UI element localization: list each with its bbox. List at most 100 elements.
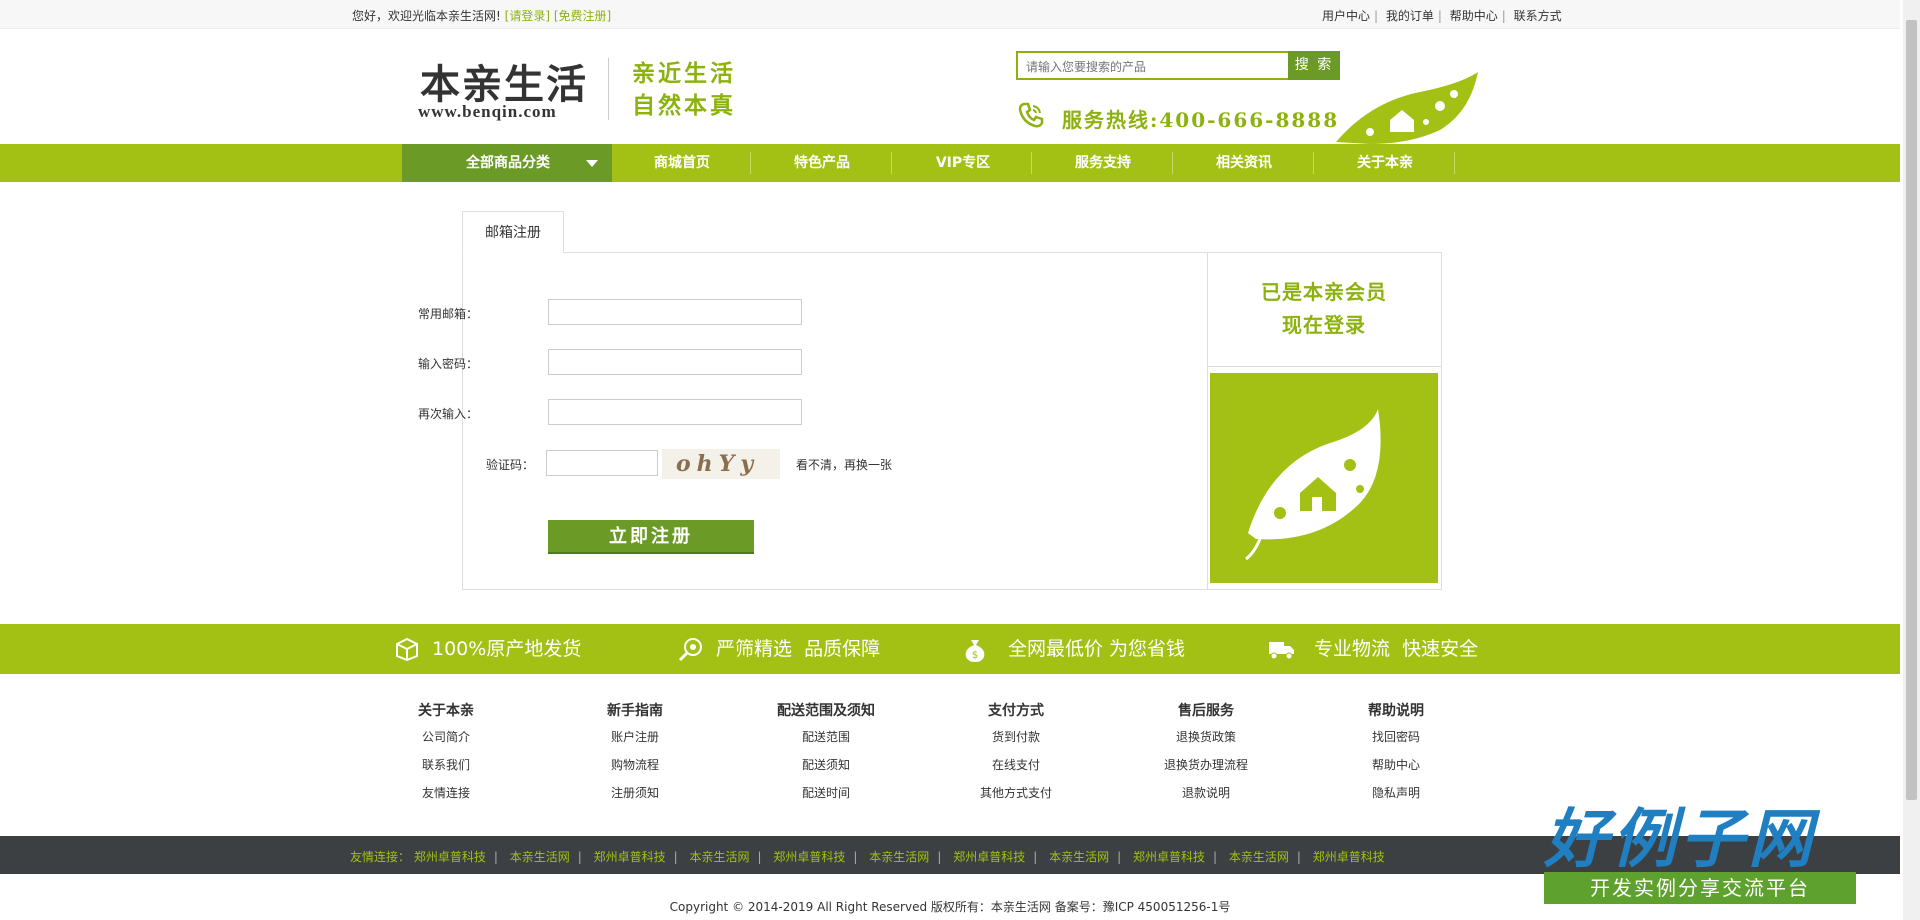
welcome-message: 您好，欢迎光临本亲生活网!: [352, 9, 501, 23]
logo-url: www.benqin.com: [418, 102, 557, 121]
badge-title: 好例子网: [1544, 803, 1816, 877]
divider: [1207, 366, 1441, 367]
password-label: 输入密码：: [417, 357, 478, 371]
logo-divider: [608, 58, 609, 120]
footer-link[interactable]: 公司简介: [371, 728, 521, 745]
phone-icon: [1018, 102, 1044, 128]
friend-link[interactable]: 郑州卓普科技: [414, 850, 486, 864]
top-links: 用户中心 | 我的订单 | 帮助中心 | 联系方式: [1322, 9, 1562, 23]
footer-link[interactable]: 配送时间: [751, 784, 901, 801]
friend-link[interactable]: 本亲生活网: [869, 850, 929, 864]
feature-price-text: 全网最低价 为您省钱: [1008, 638, 1186, 660]
footer-col-title: 新手指南: [607, 703, 663, 719]
footer-link[interactable]: 隐私声明: [1321, 784, 1471, 801]
footer-col-title: 关于本亲: [418, 703, 474, 719]
leaf-life-icon: [1245, 409, 1381, 561]
nav-separator: [1313, 152, 1314, 174]
login-prompt-line-1: 已是本亲会员: [1261, 280, 1387, 304]
friend-links-label: 友情连接：: [350, 850, 411, 864]
footer-col-title: 帮助说明: [1368, 703, 1424, 719]
friend-link[interactable]: 郑州卓普科技: [1313, 850, 1385, 864]
svg-text:$: $: [972, 650, 978, 661]
nav-home[interactable]: 商城首页: [612, 144, 752, 182]
captcha-text: ohYy: [676, 451, 760, 477]
nav-news[interactable]: 相关资讯: [1174, 144, 1314, 182]
search-input[interactable]: [1024, 56, 1268, 78]
footer-link[interactable]: 账户注册: [560, 728, 710, 745]
my-orders-link[interactable]: 我的订单: [1386, 9, 1434, 23]
captcha-image[interactable]: ohYy: [662, 449, 780, 479]
top-bar: 您好，欢迎光临本亲生活网! [请登录] [免费注册] 用户中心 | 我的订单 | 帮…: [0, 0, 1900, 29]
footer-link[interactable]: 退换货办理流程: [1131, 756, 1281, 773]
friend-link[interactable]: 郑州卓普科技: [953, 850, 1025, 864]
register-submit-button[interactable]: 立即注册: [548, 520, 754, 554]
nav-separator: [1454, 152, 1455, 174]
feature-quality-text: 严筛精选 品质保障: [716, 638, 881, 660]
login-prompt[interactable]: 已是本亲会员 现在登录: [1207, 276, 1441, 342]
all-categories-button[interactable]: 全部商品分类: [402, 144, 612, 182]
password-field[interactable]: [548, 349, 802, 375]
feature-logistics-text: 专业物流 快速安全: [1314, 638, 1479, 660]
footer-link[interactable]: 找回密码: [1321, 728, 1471, 745]
footer-link[interactable]: 注册须知: [560, 784, 710, 801]
footer-link[interactable]: 在线支付: [941, 756, 1091, 773]
footer-link[interactable]: 友情连接: [371, 784, 521, 801]
money-bag-icon: $: [965, 640, 985, 662]
leaf-illustration-icon: [1336, 72, 1478, 144]
footer-link[interactable]: 其他方式支付: [941, 784, 1091, 801]
refresh-captcha-link[interactable]: 看不清，再换一张: [796, 456, 892, 473]
nav-featured[interactable]: 特色产品: [752, 144, 892, 182]
email-field[interactable]: [548, 299, 802, 325]
footer-link[interactable]: 帮助中心: [1321, 756, 1471, 773]
nav-separator: [750, 152, 751, 174]
nav-separator: [891, 152, 892, 174]
captcha-label: 验证码：: [485, 458, 534, 472]
features-bar: [0, 624, 1900, 674]
footer-link[interactable]: 退换货政策: [1131, 728, 1281, 745]
nav-service[interactable]: 服务支持: [1033, 144, 1173, 182]
footer-col-title: 配送范围及须知: [777, 703, 875, 719]
slogan-line-1: 亲近生活: [632, 61, 736, 87]
nav-separator: [1172, 152, 1173, 174]
friend-link[interactable]: 本亲生活网: [1229, 850, 1289, 864]
friend-link[interactable]: 郑州卓普科技: [594, 850, 666, 864]
magnifier-icon: [678, 638, 702, 661]
login-link[interactable]: [请登录]: [505, 9, 550, 23]
nav-separator: [1031, 152, 1032, 174]
footer-col-title: 售后服务: [1178, 703, 1234, 719]
footer-link[interactable]: 配送须知: [751, 756, 901, 773]
welcome-text: 您好，欢迎光临本亲生活网! [请登录] [免费注册]: [352, 7, 611, 24]
feature-origin-text: 100%原产地发货: [432, 638, 582, 660]
friend-link[interactable]: 本亲生活网: [690, 850, 750, 864]
slogan-line-2: 自然本真: [632, 93, 736, 119]
friend-link[interactable]: 本亲生活网: [1049, 850, 1109, 864]
caret-down-icon: [586, 160, 598, 167]
friend-link[interactable]: 郑州卓普科技: [1133, 850, 1205, 864]
footer-col-title: 支付方式: [988, 703, 1044, 719]
badge-subtitle: 开发实例分享交流平台: [1544, 872, 1856, 904]
free-register-link[interactable]: [免费注册]: [554, 9, 611, 23]
slogan: 亲近生活 自然本真: [632, 58, 736, 122]
friend-links: 友情连接： 郑州卓普科技 | 本亲生活网 | 郑州卓普科技 | 本亲生活网 | 郑州卓普…: [350, 850, 1385, 864]
friend-link[interactable]: 本亲生活网: [510, 850, 570, 864]
nav-vip[interactable]: VIP专区: [893, 144, 1033, 182]
user-center-link[interactable]: 用户中心: [1322, 9, 1370, 23]
login-prompt-line-2: 现在登录: [1282, 313, 1366, 337]
scrollbar-thumb[interactable]: [1906, 20, 1917, 800]
all-categories-label: 全部商品分类: [466, 155, 550, 171]
footer-link[interactable]: 购物流程: [560, 756, 710, 773]
confirm-password-field[interactable]: [548, 399, 802, 425]
captcha-field[interactable]: [546, 450, 658, 476]
watermark-badge: 好例子网 开发实例分享交流平台: [1540, 788, 1860, 908]
tab-email-register[interactable]: 邮箱注册: [462, 211, 564, 253]
nav-about[interactable]: 关于本亲: [1315, 144, 1455, 182]
footer-link[interactable]: 退款说明: [1131, 784, 1281, 801]
contact-link[interactable]: 联系方式: [1514, 9, 1562, 23]
footer-link[interactable]: 货到付款: [941, 728, 1091, 745]
footer-link[interactable]: 配送范围: [751, 728, 901, 745]
help-center-link[interactable]: 帮助中心: [1450, 9, 1498, 23]
hotline-text: 服务热线:400-666-8888: [1062, 108, 1340, 132]
box-icon: [396, 637, 418, 661]
friend-link[interactable]: 郑州卓普科技: [773, 850, 845, 864]
footer-link[interactable]: 联系我们: [371, 756, 521, 773]
